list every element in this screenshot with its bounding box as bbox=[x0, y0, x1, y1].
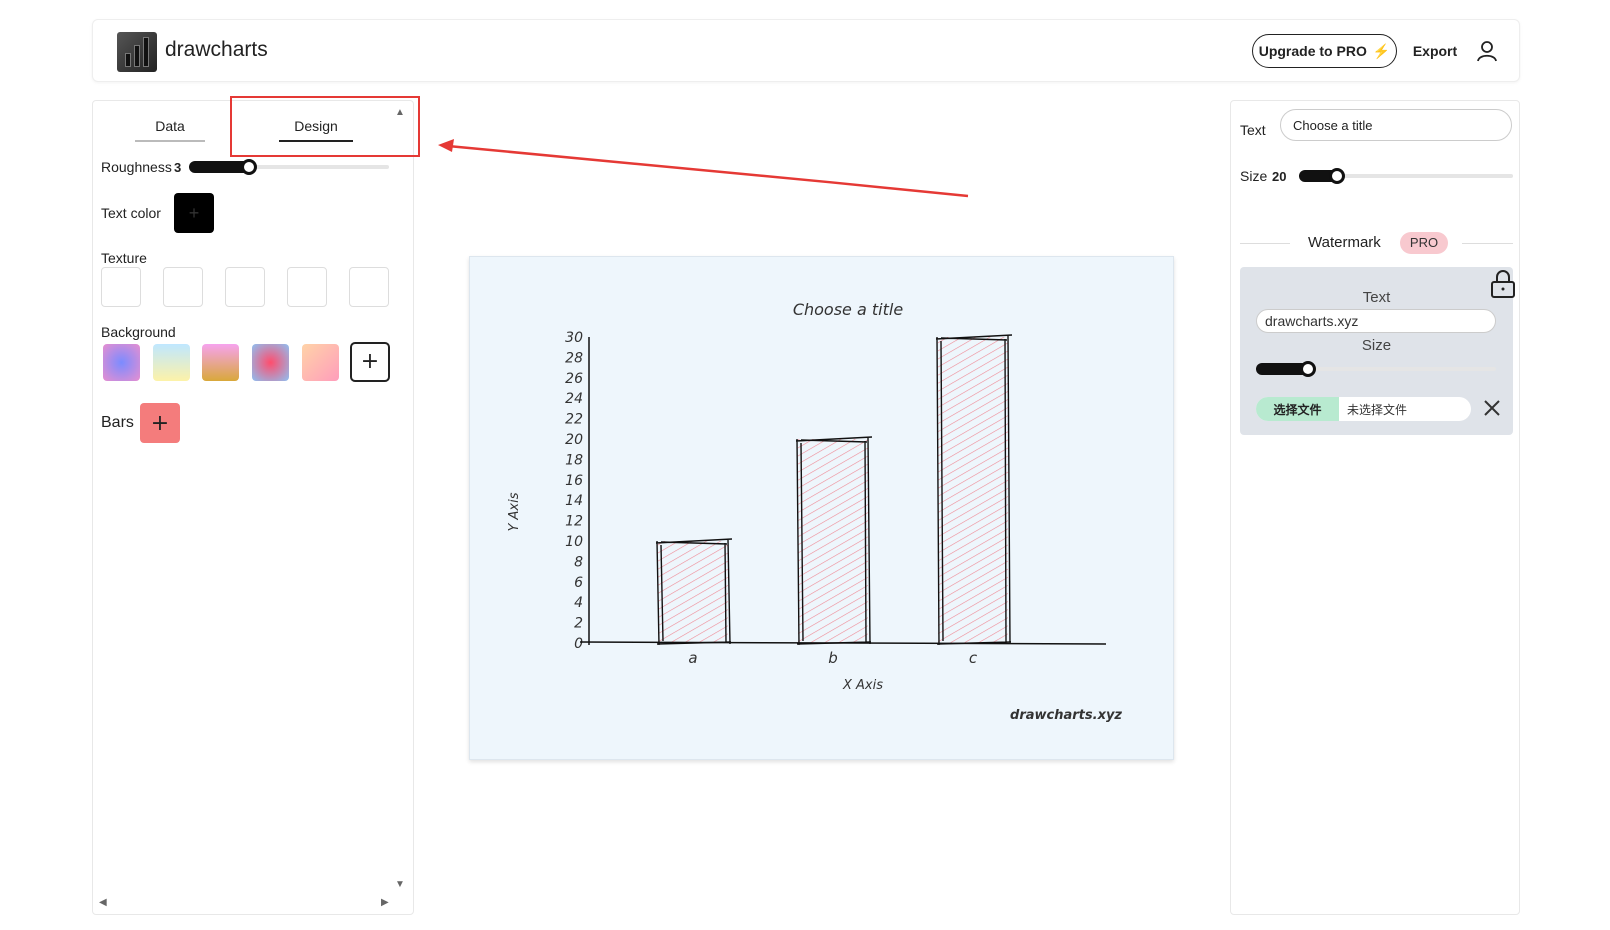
background-swatch[interactable] bbox=[153, 344, 190, 381]
upgrade-to-pro-button[interactable]: Upgrade to PRO ⚡ bbox=[1252, 34, 1397, 68]
texture-option[interactable] bbox=[163, 267, 203, 307]
y-tick-label: 30 bbox=[565, 330, 583, 346]
title-size-slider-thumb[interactable] bbox=[1329, 168, 1345, 184]
title-input[interactable] bbox=[1280, 109, 1512, 141]
watermark-size-label: Size bbox=[1361, 337, 1392, 354]
y-tick-label: 26 bbox=[565, 371, 583, 387]
y-tick-label: 4 bbox=[574, 595, 583, 611]
background-swatch[interactable] bbox=[202, 344, 239, 381]
add-background-button[interactable]: + bbox=[350, 342, 390, 382]
title-text-label: Text bbox=[1240, 122, 1266, 138]
divider bbox=[1240, 243, 1290, 244]
roughness-value: 3 bbox=[174, 160, 182, 175]
x-axis-label[interactable]: X Axis bbox=[842, 678, 883, 693]
title-size-label: Size bbox=[1240, 168, 1268, 184]
roughness-label: Roughness bbox=[101, 159, 172, 175]
chart-watermark: drawcharts.xyz bbox=[1010, 708, 1122, 723]
watermark-size-slider-thumb[interactable] bbox=[1300, 361, 1316, 377]
app-page: drawcharts Upgrade to PRO ⚡ Export Data … bbox=[0, 0, 1610, 930]
watermark-size-slider[interactable] bbox=[1256, 361, 1496, 377]
texture-option[interactable] bbox=[225, 267, 265, 307]
background-swatch[interactable] bbox=[252, 344, 289, 381]
background-swatch[interactable] bbox=[103, 344, 140, 381]
lightning-icon: ⚡ bbox=[1372, 42, 1391, 59]
watermark-settings: Text Size 选择文件 未选择文件 bbox=[1240, 267, 1515, 435]
right-title-panel: Text Size 20 Watermark PRO Text Size bbox=[1230, 100, 1520, 915]
bar-c[interactable] bbox=[938, 337, 1008, 643]
y-tick-label: 18 bbox=[565, 452, 583, 468]
y-tick-label: 14 bbox=[565, 493, 583, 509]
pro-badge: PRO bbox=[1400, 232, 1448, 254]
y-tick-label: 10 bbox=[565, 534, 583, 550]
background-label: Background bbox=[101, 324, 176, 340]
text-color-label: Text color bbox=[101, 205, 161, 221]
top-header: drawcharts Upgrade to PRO ⚡ Export bbox=[92, 19, 1520, 82]
brand-name[interactable]: drawcharts bbox=[165, 38, 268, 62]
x-tick-label: b bbox=[828, 649, 838, 667]
text-color-swatch[interactable]: + bbox=[174, 193, 214, 233]
scroll-up-icon[interactable]: ▲ bbox=[395, 107, 405, 118]
y-tick-label: 24 bbox=[565, 391, 583, 407]
y-tick-label: 6 bbox=[574, 575, 583, 591]
upgrade-label: Upgrade to PRO bbox=[1258, 43, 1367, 59]
y-tick-label: 8 bbox=[574, 554, 583, 570]
y-tick-label: 16 bbox=[565, 473, 583, 489]
y-axis-label[interactable]: Y Axis bbox=[507, 492, 522, 531]
bar-a[interactable] bbox=[658, 541, 728, 643]
roughness-slider[interactable] bbox=[189, 159, 389, 175]
choose-file-button[interactable]: 选择文件 bbox=[1256, 397, 1339, 421]
x-tick-label: a bbox=[688, 649, 697, 667]
chart-canvas[interactable]: Choose a title Y Axis X Axis 0 2 4 6 8 10 12 14… bbox=[469, 256, 1174, 760]
add-bar-color-button[interactable]: + bbox=[140, 403, 180, 443]
plus-icon: + bbox=[188, 202, 200, 223]
divider bbox=[1462, 243, 1513, 244]
scroll-left-icon[interactable]: ◀ bbox=[99, 897, 107, 908]
y-tick-label: 22 bbox=[565, 412, 583, 428]
y-tick-label: 2 bbox=[574, 616, 583, 632]
file-status: 未选择文件 bbox=[1347, 402, 1408, 417]
watermark-text-input[interactable] bbox=[1256, 309, 1496, 333]
chart-title[interactable]: Choose a title bbox=[793, 300, 903, 319]
user-icon[interactable] bbox=[1474, 38, 1500, 64]
bars-label: Bars bbox=[101, 414, 134, 431]
scroll-down-icon[interactable]: ▼ bbox=[395, 879, 405, 890]
left-settings-panel: Data Design ▲ Roughness 3 Text color + T… bbox=[92, 100, 414, 915]
bar-logo-icon[interactable] bbox=[117, 32, 157, 72]
annotation-arrow bbox=[438, 139, 969, 198]
texture-label: Texture bbox=[101, 250, 147, 266]
texture-option[interactable] bbox=[101, 267, 141, 307]
texture-option[interactable] bbox=[287, 267, 327, 307]
scroll-right-icon[interactable]: ▶ bbox=[381, 897, 389, 908]
title-size-slider[interactable] bbox=[1299, 168, 1513, 184]
watermark-file-picker[interactable]: 选择文件 未选择文件 bbox=[1256, 397, 1471, 421]
y-tick-label: 12 bbox=[565, 514, 583, 530]
watermark-text-label: Text bbox=[1362, 289, 1391, 306]
title-size-value: 20 bbox=[1272, 169, 1287, 184]
roughness-slider-thumb[interactable] bbox=[241, 159, 257, 175]
y-tick-label: 0 bbox=[574, 636, 583, 652]
watermark-heading: Watermark bbox=[1308, 234, 1381, 251]
close-icon[interactable] bbox=[1483, 399, 1501, 417]
bar-b[interactable] bbox=[798, 439, 868, 643]
tab-design[interactable]: Design bbox=[279, 112, 353, 142]
background-swatch[interactable] bbox=[302, 344, 339, 381]
y-tick-label: 20 bbox=[565, 432, 583, 448]
y-tick-label: 28 bbox=[565, 350, 583, 366]
texture-option[interactable] bbox=[349, 267, 389, 307]
export-button[interactable]: Export bbox=[1405, 34, 1465, 68]
x-tick-label: c bbox=[969, 649, 978, 667]
tab-data[interactable]: Data bbox=[135, 112, 205, 142]
bar-chart: Choose a title Y Axis X Axis 02468101214… bbox=[507, 300, 1122, 723]
